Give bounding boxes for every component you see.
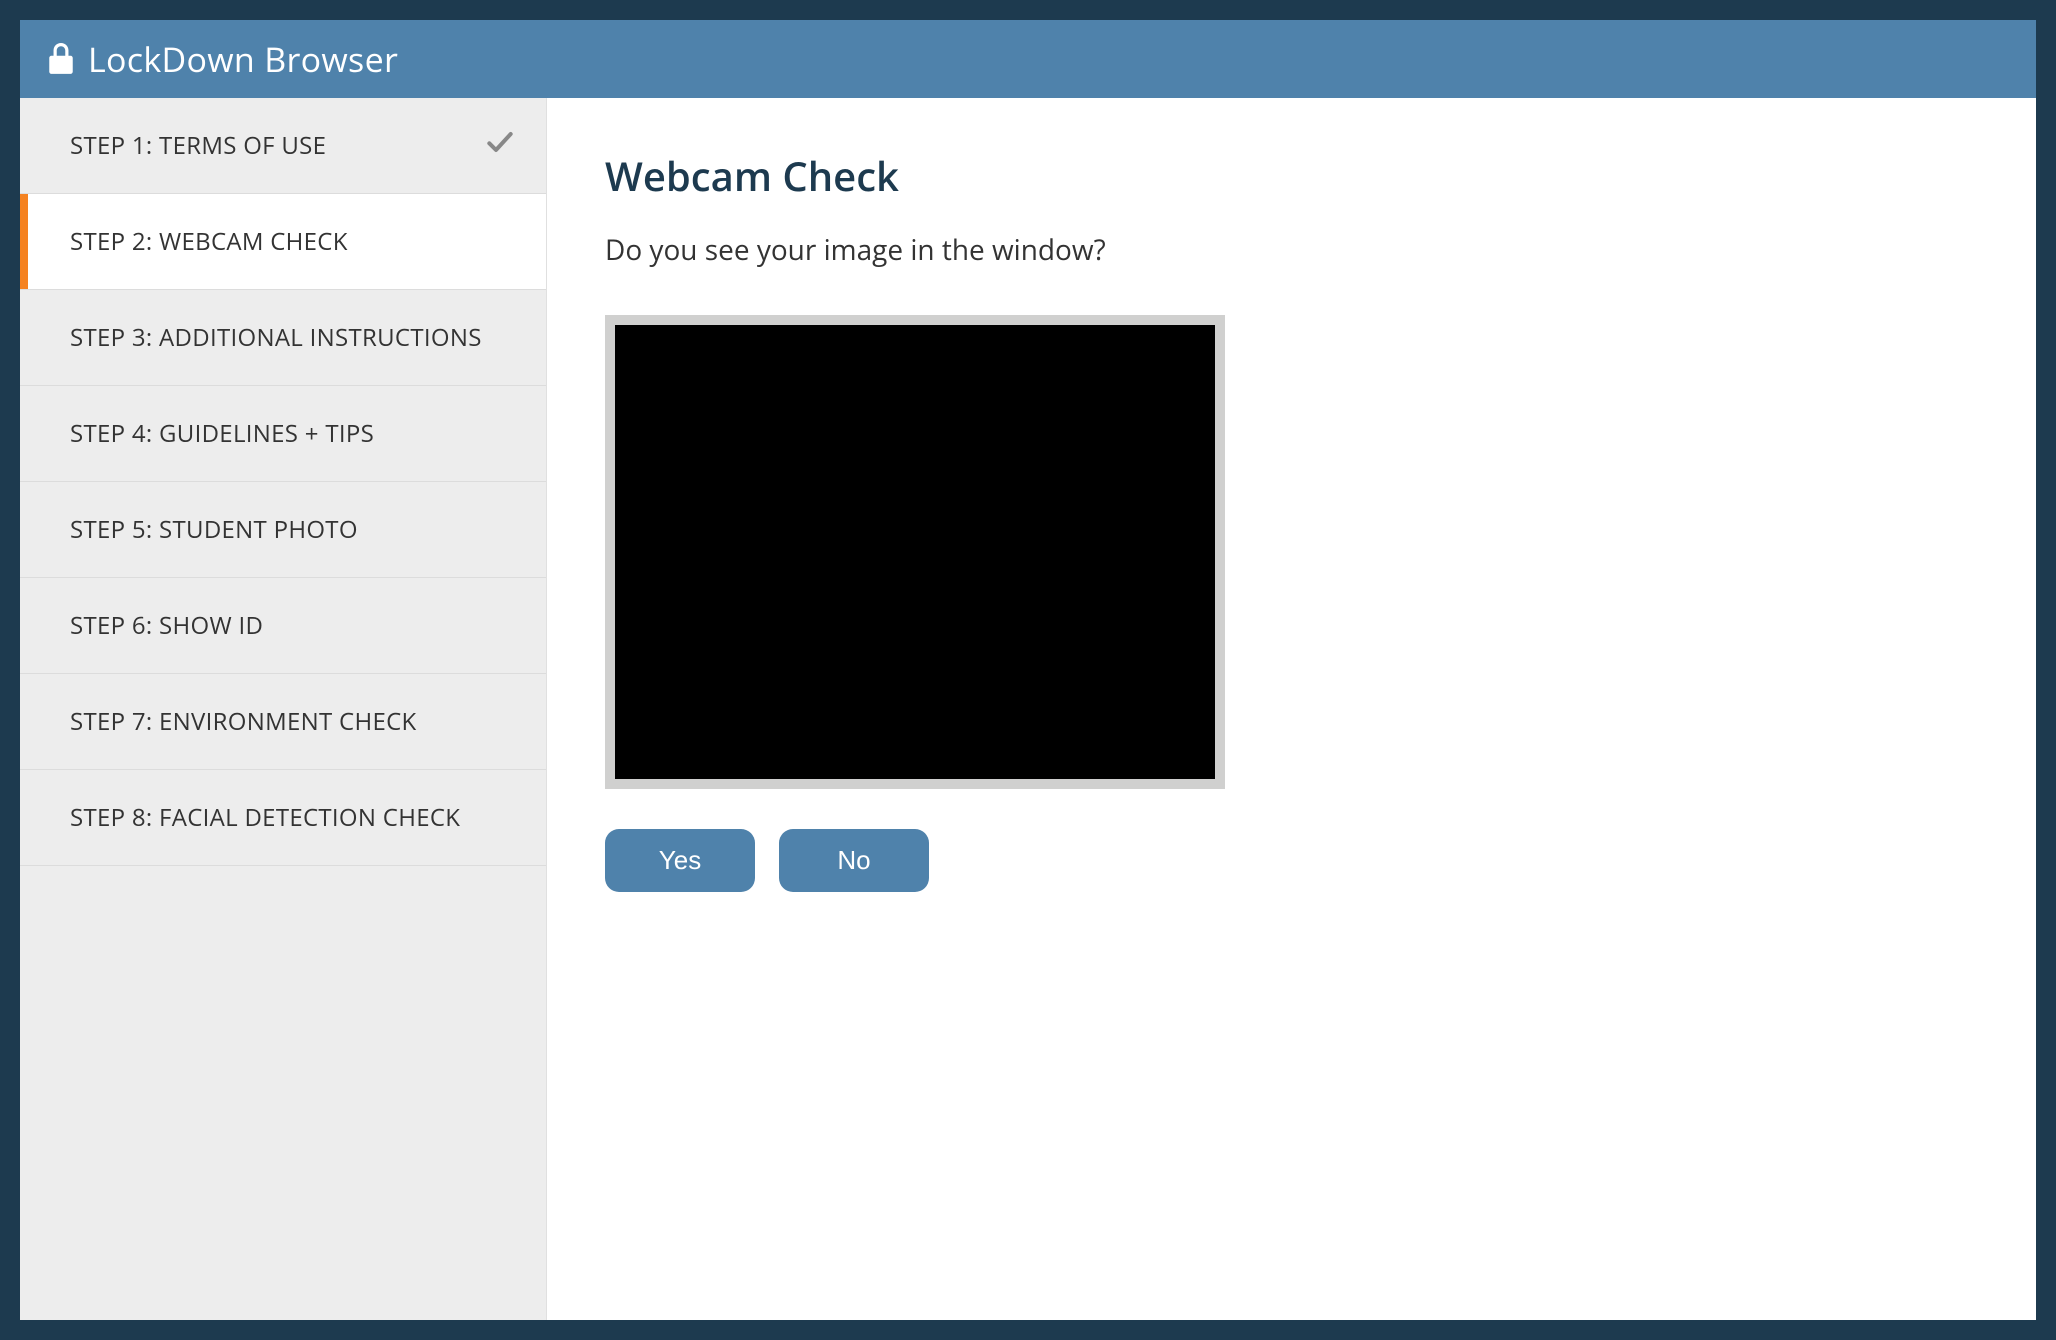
step-label: STEP 7: ENVIRONMENT CHECK — [70, 705, 417, 738]
sidebar-step-facial-detection-check[interactable]: STEP 8: FACIAL DETECTION CHECK — [20, 770, 546, 866]
main-content: Webcam Check Do you see your image in th… — [547, 98, 2036, 1320]
step-label: STEP 1: TERMS OF USE — [70, 129, 326, 162]
question-text: Do you see your image in the window? — [605, 231, 1978, 269]
button-row: Yes No — [605, 829, 1978, 892]
app-window: LockDown Browser STEP 1: TERMS OF USE ST… — [20, 20, 2036, 1320]
sidebar-step-webcam-check[interactable]: STEP 2: WEBCAM CHECK — [20, 194, 546, 290]
webcam-video — [615, 325, 1215, 779]
step-label: STEP 6: SHOW ID — [70, 609, 263, 642]
step-label: STEP 3: ADDITIONAL INSTRUCTIONS — [70, 321, 482, 354]
sidebar-step-terms-of-use[interactable]: STEP 1: TERMS OF USE — [20, 98, 546, 194]
step-label: STEP 5: STUDENT PHOTO — [70, 513, 358, 546]
sidebar-step-show-id[interactable]: STEP 6: SHOW ID — [20, 578, 546, 674]
sidebar-step-additional-instructions[interactable]: STEP 3: ADDITIONAL INSTRUCTIONS — [20, 290, 546, 386]
webcam-frame — [605, 315, 1225, 789]
app-title: LockDown Browser — [88, 36, 398, 82]
sidebar-step-environment-check[interactable]: STEP 7: ENVIRONMENT CHECK — [20, 674, 546, 770]
header-bar: LockDown Browser — [20, 20, 2036, 98]
check-icon — [484, 126, 516, 166]
yes-button[interactable]: Yes — [605, 829, 755, 892]
page-heading: Webcam Check — [605, 148, 1978, 203]
no-button[interactable]: No — [779, 829, 929, 892]
sidebar-step-student-photo[interactable]: STEP 5: STUDENT PHOTO — [20, 482, 546, 578]
body-row: STEP 1: TERMS OF USE STEP 2: WEBCAM CHEC… — [20, 98, 2036, 1320]
lock-icon — [48, 43, 74, 75]
step-label: STEP 4: GUIDELINES + TIPS — [70, 417, 374, 450]
step-label: STEP 2: WEBCAM CHECK — [70, 225, 348, 258]
sidebar: STEP 1: TERMS OF USE STEP 2: WEBCAM CHEC… — [20, 98, 547, 1320]
sidebar-step-guidelines-tips[interactable]: STEP 4: GUIDELINES + TIPS — [20, 386, 546, 482]
step-label: STEP 8: FACIAL DETECTION CHECK — [70, 801, 460, 834]
